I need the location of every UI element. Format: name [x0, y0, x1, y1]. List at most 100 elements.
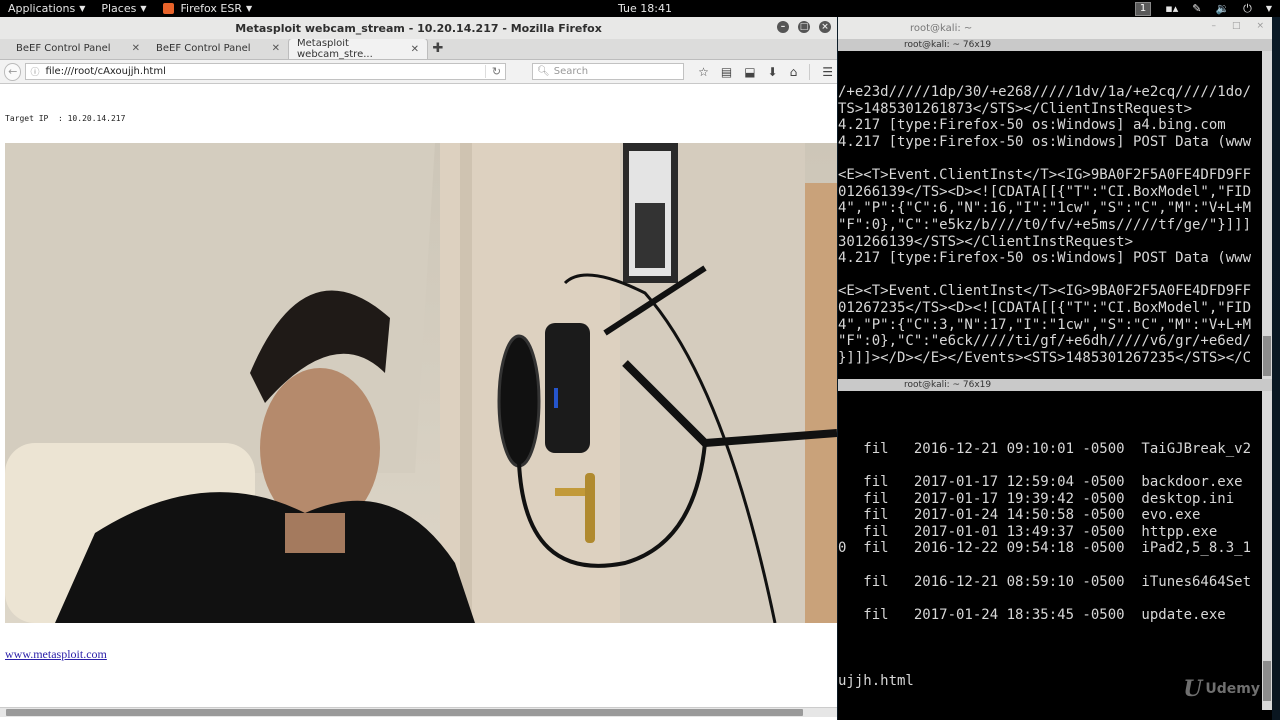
workspace-indicator[interactable]: 1	[1134, 1, 1152, 16]
terminal-line: fil 2017-01-24 18:35:45 -0500 update.exe	[838, 606, 1226, 623]
reload-icon[interactable]: ↻	[484, 65, 501, 78]
window-title: Metasploit webcam_stream - 10.20.14.217 …	[235, 21, 602, 35]
terminal-scrollbar-bottom[interactable]	[1262, 391, 1272, 710]
terminal-line: 4","P":{"C":3,"N":17,"I":"1cw","S":"C","…	[838, 316, 1252, 333]
url-text: file:///root/cAxoujjh.html	[45, 66, 166, 77]
scrollbar-thumb[interactable]	[1263, 661, 1271, 701]
reader-list-icon[interactable]: ▤	[721, 65, 732, 79]
tab-webcam-stream[interactable]: Metasploit webcam_stre... ✕	[288, 38, 428, 60]
terminal-line: 4","P":{"C":6,"N":16,"I":"1cw","S":"C","…	[838, 200, 1252, 217]
firefox-titlebar: Metasploit webcam_stream - 10.20.14.217 …	[0, 17, 837, 39]
power-icon[interactable]: ⏻	[1243, 2, 1252, 16]
hamburger-menu-icon[interactable]: ☰	[822, 65, 833, 79]
pocket-icon[interactable]: ⬓	[744, 65, 755, 79]
terminal-scrollbar-top[interactable]	[1262, 51, 1272, 379]
chevron-down-icon: ▼	[245, 4, 253, 13]
close-button[interactable]: ×	[1256, 21, 1264, 31]
scrollbar-thumb[interactable]	[6, 709, 803, 716]
horizontal-scrollbar[interactable]	[0, 707, 837, 717]
terminal-line: fil 2017-01-17 12:59:04 -0500 backdoor.e…	[838, 473, 1243, 490]
terminal-line: <E><T>Event.ClientInst</T><IG>9BA0F2F5A0…	[838, 167, 1252, 184]
chevron-down-icon[interactable]: ▼	[1266, 4, 1272, 13]
webcam-frame	[5, 143, 837, 623]
terminal-line: 4.217 [type:Firefox-50 os:Windows] POST …	[838, 250, 1252, 267]
search-placeholder: Search	[553, 66, 589, 77]
terminal-line: fil 2017-01-01 13:49:37 -0500 httpp.exe	[838, 523, 1218, 540]
maximize-button[interactable]: □	[798, 21, 810, 33]
terminal-pane-title-bottom: root@kali: ~ 76x19	[838, 379, 1272, 391]
terminal-pane-bottom[interactable]: fil 2016-12-21 09:10:01 -0500 TaiGJBreak…	[838, 391, 1272, 710]
places-label: Places	[101, 2, 137, 15]
volume-icon[interactable]: 🔉	[1215, 2, 1229, 15]
terminal-line: }]]]></D></E></Events><STS>1485301267235…	[838, 349, 1252, 366]
tab-beef-2[interactable]: BeEF Control Panel ✕	[148, 38, 288, 59]
page-content: Target IP : 10.20.14.217 Start time : 20…	[0, 86, 837, 707]
firefox-window: Metasploit webcam_stream - 10.20.14.217 …	[0, 17, 837, 720]
terminal-line: fil 2017-01-24 14:50:58 -0500 evo.exe	[838, 507, 1201, 524]
terminal-line: 301266139</STS></ClientInstRequest>	[838, 233, 1134, 250]
close-button[interactable]: ×	[819, 21, 831, 33]
back-button[interactable]: ←	[4, 62, 22, 81]
terminal-line: 01266139</TS><D><![CDATA[[{"T":"CI.BoxMo…	[838, 183, 1252, 200]
terminal-line: <E><T>Event.ClientInst</T><IG>9BA0F2F5A0…	[838, 283, 1252, 300]
tab-bar: BeEF Control Panel ✕ BeEF Control Panel …	[0, 38, 837, 60]
scrollbar-thumb[interactable]	[1263, 336, 1271, 376]
video-camera-icon[interactable]: ▪▴	[1165, 2, 1178, 15]
terminal-window-title: root@kali: ~	[910, 22, 973, 34]
terminal-line: 0 fil 2016-12-22 09:54:18 -0500 iPad2,5_…	[838, 540, 1252, 557]
terminal-pane-top[interactable]: /+e23d/////1dp/30/+e268/////1dv/1a/+e2cq…	[838, 51, 1272, 379]
url-bar[interactable]: ⓘ file:///root/cAxoujjh.html ↻	[25, 63, 507, 80]
firefox-app-label: Firefox ESR	[180, 2, 242, 15]
maximize-button[interactable]: □	[1232, 21, 1241, 31]
target-ip: Target IP : 10.20.14.217	[5, 114, 126, 123]
udemy-watermark: U Udemy	[1183, 676, 1260, 703]
minimize-button[interactable]: –	[777, 21, 789, 33]
top-panel: Applications ▼ Places ▼ Firefox ESR ▼ Tu…	[0, 0, 1280, 17]
tab-label: BeEF Control Panel	[16, 43, 111, 54]
applications-label: Applications	[8, 2, 76, 15]
new-tab-button[interactable]: ✚	[428, 38, 448, 59]
close-tab-icon[interactable]: ✕	[132, 43, 140, 54]
clock[interactable]: Tue 18:41	[618, 0, 672, 17]
firefox-app-menu[interactable]: Firefox ESR ▼	[155, 0, 261, 17]
close-tab-icon[interactable]: ✕	[411, 44, 419, 55]
terminal-window: root@kali: ~ – □ × root@kali: ~ 76x19 /+…	[838, 17, 1272, 720]
terminal-line: fil 2016-12-21 08:59:10 -0500 iTunes6464…	[838, 573, 1252, 590]
terminal-line: /+e23d/////1dp/30/+e268/////1dv/1a/+e2cq…	[838, 84, 1252, 101]
terminal-line: fil 2017-01-17 19:39:42 -0500 desktop.in…	[838, 490, 1235, 507]
info-icon[interactable]: ⓘ	[30, 65, 39, 78]
terminal-line: 4.217 [type:Firefox-50 os:Windows] a4.bi…	[838, 117, 1226, 134]
terminal-pane-title-top: root@kali: ~ 76x19	[838, 39, 1272, 51]
terminal-line: "F":0},"C":"e6ck/////ti/gf/+e6dh/////v6/…	[838, 333, 1252, 350]
terminal-output-top: /+e23d/////1dp/30/+e268/////1dv/1a/+e2cq…	[838, 84, 1272, 366]
terminal-titlebar: root@kali: ~ – □ ×	[838, 17, 1272, 39]
tab-label: Metasploit webcam_stre...	[297, 38, 373, 60]
udemy-logo-icon: U	[1183, 676, 1203, 703]
terminal-line: 4.217 [type:Firefox-50 os:Windows] POST …	[838, 133, 1252, 150]
tab-label: BeEF Control Panel	[156, 43, 251, 54]
applications-menu[interactable]: Applications ▼	[0, 0, 93, 17]
chevron-down-icon: ▼	[140, 4, 147, 13]
search-input[interactable]: 🔍︎ Search	[532, 63, 685, 80]
metasploit-link[interactable]: www.metasploit.com	[5, 647, 107, 662]
terminal-line: 01267235</TS><D><![CDATA[[{"T":"CI.BoxMo…	[838, 299, 1252, 316]
pen-icon[interactable]: ✎	[1192, 2, 1201, 15]
close-tab-icon[interactable]: ✕	[272, 43, 280, 54]
minimize-button[interactable]: –	[1211, 21, 1216, 31]
firefox-icon	[162, 3, 174, 14]
places-menu[interactable]: Places ▼	[93, 0, 154, 17]
download-icon[interactable]: ⬇	[768, 65, 778, 79]
tab-beef-1[interactable]: BeEF Control Panel ✕	[8, 38, 148, 59]
home-icon[interactable]: ⌂	[790, 65, 798, 79]
terminal-line: TS>1485301261873</STS></ClientInstReques…	[838, 100, 1193, 117]
watermark-text: Udemy	[1205, 681, 1260, 698]
terminal-line: "F":0},"C":"e5kz/b////t0/fv/+e5ms/////tf…	[838, 216, 1252, 233]
terminal-output-bottom: fil 2016-12-21 09:10:01 -0500 TaiGJBreak…	[838, 424, 1272, 690]
bookmark-star-icon[interactable]: ☆	[698, 65, 709, 79]
